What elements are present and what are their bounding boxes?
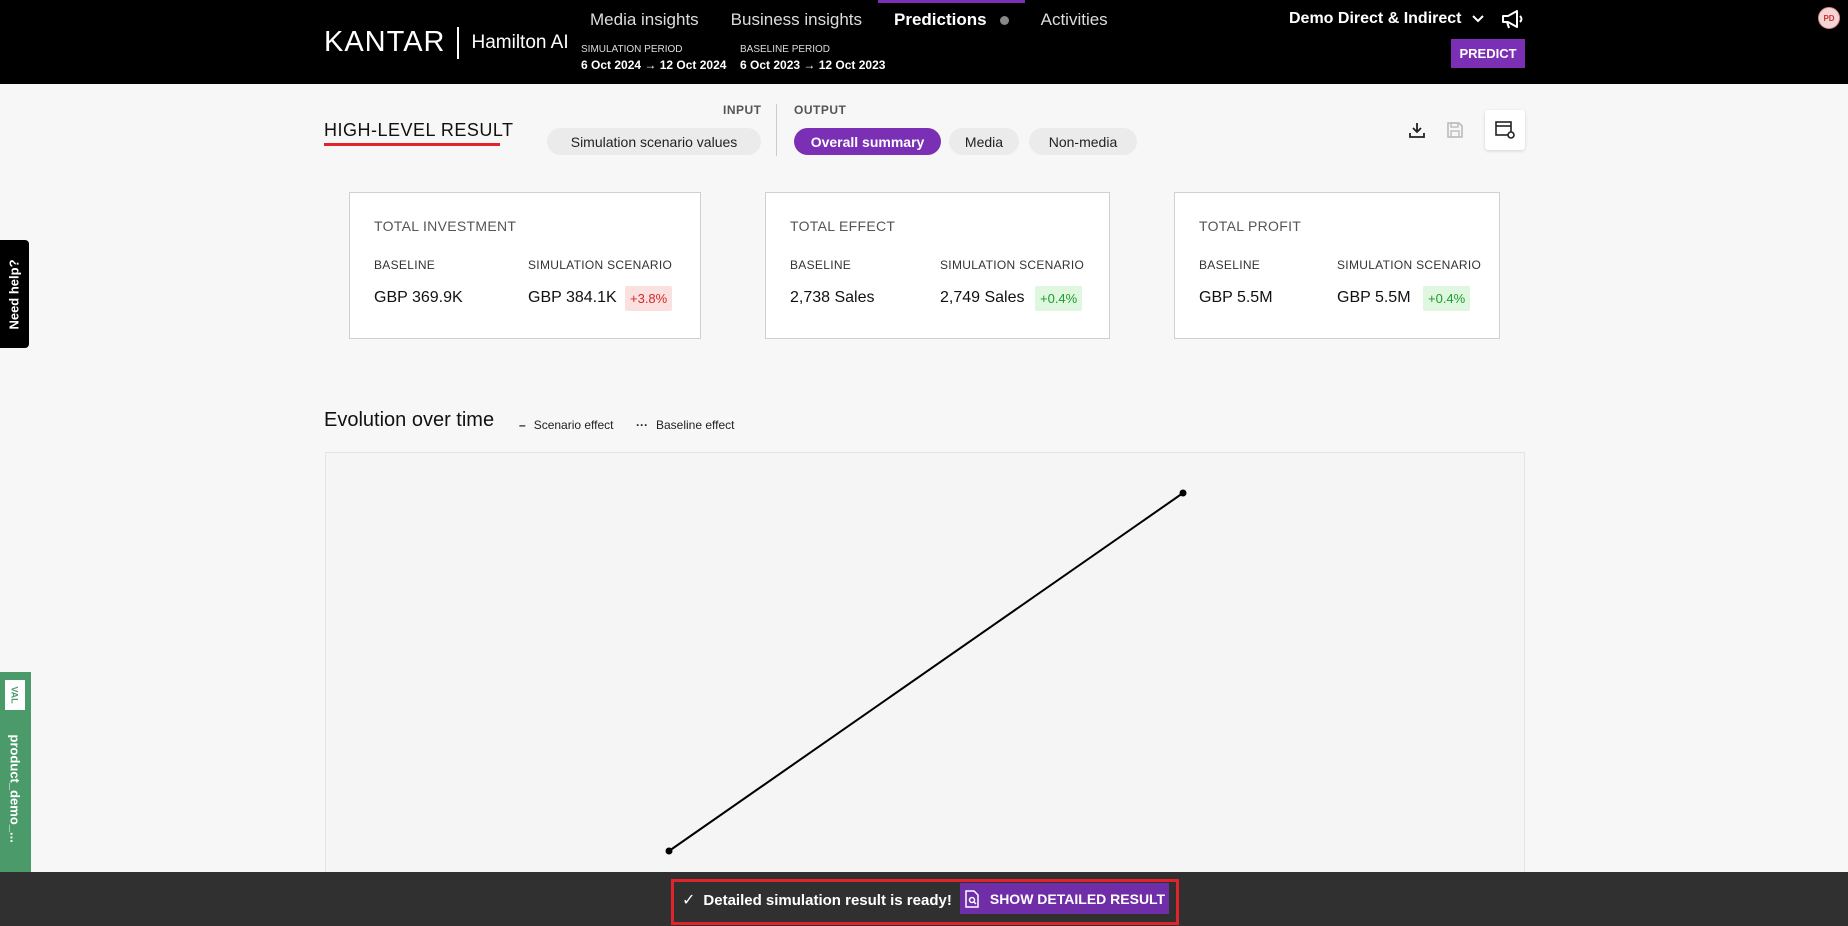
download-icon[interactable] xyxy=(1405,118,1429,142)
nav-media-insights[interactable]: Media insights xyxy=(574,0,715,36)
table-settings-icon[interactable] xyxy=(1485,110,1525,150)
section-divider xyxy=(776,104,777,156)
change-badge: +0.4% xyxy=(1035,286,1083,311)
legend-scenario: – Scenario effect xyxy=(519,418,614,432)
environment-badge-label: VAL xyxy=(10,686,20,704)
kpi-card-total-investment: TOTAL INVESTMENT BASELINE SIMULATION SCE… xyxy=(349,192,701,339)
input-section-label: INPUT xyxy=(723,103,762,117)
baseline-period: BASELINE PERIOD 6 Oct 2023 → 12 Oct 2023 xyxy=(740,44,885,72)
change-badge: +3.8% xyxy=(625,286,673,311)
chart-title: Evolution over time xyxy=(324,409,495,431)
nav-label: Activities xyxy=(1040,10,1108,29)
scenario-value: GBP 384.1K xyxy=(528,289,617,306)
baseline-value: GBP 5.5M xyxy=(1199,289,1273,306)
save-icon[interactable] xyxy=(1443,118,1467,142)
avatar[interactable]: PD xyxy=(1818,7,1840,29)
environment-badge: VAL xyxy=(5,680,25,710)
change-badge: +0.4% xyxy=(1423,286,1471,311)
scenario-label: SIMULATION SCENARIO xyxy=(940,258,1085,272)
nav-label: Business insights xyxy=(730,10,863,29)
logo-divider xyxy=(457,26,460,59)
card-title: TOTAL EFFECT xyxy=(790,218,896,234)
output-section-label: OUTPUT xyxy=(794,103,847,117)
kpi-card-total-profit: TOTAL PROFIT BASELINE SIMULATION SCENARI… xyxy=(1174,192,1500,339)
dotted-line-icon: ··· xyxy=(636,418,648,432)
show-detailed-result-button[interactable]: SHOW DETAILED RESULT xyxy=(960,883,1169,914)
nav-predictions[interactable]: Predictions xyxy=(878,0,1025,36)
page-title: HIGH-LEVEL RESULT xyxy=(324,120,514,140)
baseline-label: BASELINE xyxy=(374,258,436,272)
nav-business-insights[interactable]: Business insights xyxy=(715,0,878,36)
top-navigation-bar: KANTAR Hamilton AI Media insights Busine… xyxy=(0,0,1848,84)
baseline-label: BASELINE xyxy=(1199,258,1261,272)
need-help-label: Need help? xyxy=(7,258,23,330)
check-icon: ✓ xyxy=(682,892,696,909)
data-point[interactable] xyxy=(1179,489,1187,497)
megaphone-icon[interactable] xyxy=(1500,8,1526,30)
baseline-value: 2,738 Sales xyxy=(790,289,875,306)
environment-name: product_demo_... xyxy=(7,734,23,843)
card-title: TOTAL INVESTMENT xyxy=(374,218,517,234)
predict-button[interactable]: PREDICT xyxy=(1451,39,1525,68)
need-help-tab[interactable]: Need help? xyxy=(0,240,29,348)
title-highlight xyxy=(324,143,500,146)
scenario-value: GBP 5.5M xyxy=(1337,289,1411,306)
chevron-down-icon xyxy=(1472,15,1485,23)
simulation-period-label: SIMULATION PERIOD xyxy=(581,44,683,55)
nav-label: Predictions xyxy=(894,10,987,29)
environment-tab[interactable]: VAL product_demo_... xyxy=(0,672,31,872)
tab-simulation-scenario-values[interactable]: Simulation scenario values xyxy=(547,128,761,155)
notification-message-text: Detailed simulation result is ready! xyxy=(703,891,952,909)
evolution-chart-svg xyxy=(665,489,1187,855)
tab-media[interactable]: Media xyxy=(949,128,1019,155)
legend-baseline: ··· Baseline effect xyxy=(636,418,735,432)
baseline-value: GBP 369.9K xyxy=(374,289,463,306)
scenario-label: SIMULATION SCENARIO xyxy=(1337,258,1482,272)
status-dot-icon xyxy=(999,16,1009,26)
logo-product: Hamilton AI xyxy=(471,31,569,53)
solid-line-icon: – xyxy=(519,418,526,432)
nav-activities[interactable]: Activities xyxy=(1025,0,1124,36)
nav-label: Media insights xyxy=(590,10,699,29)
tab-overall-summary[interactable]: Overall summary xyxy=(794,128,941,155)
simulation-period: SIMULATION PERIOD 6 Oct 2024 → 12 Oct 20… xyxy=(581,44,726,72)
card-title: TOTAL PROFIT xyxy=(1199,218,1302,234)
tab-non-media[interactable]: Non-media xyxy=(1029,128,1137,155)
document-search-icon xyxy=(965,889,979,908)
baseline-period-label: BASELINE PERIOD xyxy=(740,44,831,55)
client-selector-label: Demo Direct & Indirect xyxy=(1289,10,1462,27)
notification-message: ✓ Detailed simulation result is ready! xyxy=(682,890,952,910)
simulation-period-value: 6 Oct 2024 → 12 Oct 2024 xyxy=(581,58,727,72)
logo-brand: KANTAR xyxy=(324,26,446,58)
legend-label: Baseline effect xyxy=(656,418,735,432)
evolution-chart xyxy=(325,452,1525,872)
baseline-label: BASELINE xyxy=(790,258,852,272)
client-selector[interactable]: Demo Direct & Indirect xyxy=(1289,10,1485,28)
scenario-value: 2,749 Sales xyxy=(940,289,1025,306)
kpi-card-total-effect: TOTAL EFFECT BASELINE SIMULATION SCENARI… xyxy=(765,192,1110,339)
scenario-label: SIMULATION SCENARIO xyxy=(528,258,673,272)
logo[interactable]: KANTAR Hamilton AI xyxy=(324,26,569,59)
main-nav: Media insights Business insights Predict… xyxy=(574,0,1124,36)
baseline-period-value: 6 Oct 2023 → 12 Oct 2023 xyxy=(740,58,886,72)
legend-label: Scenario effect xyxy=(533,418,614,432)
show-detailed-result-label: SHOW DETAILED RESULT xyxy=(989,890,1166,907)
